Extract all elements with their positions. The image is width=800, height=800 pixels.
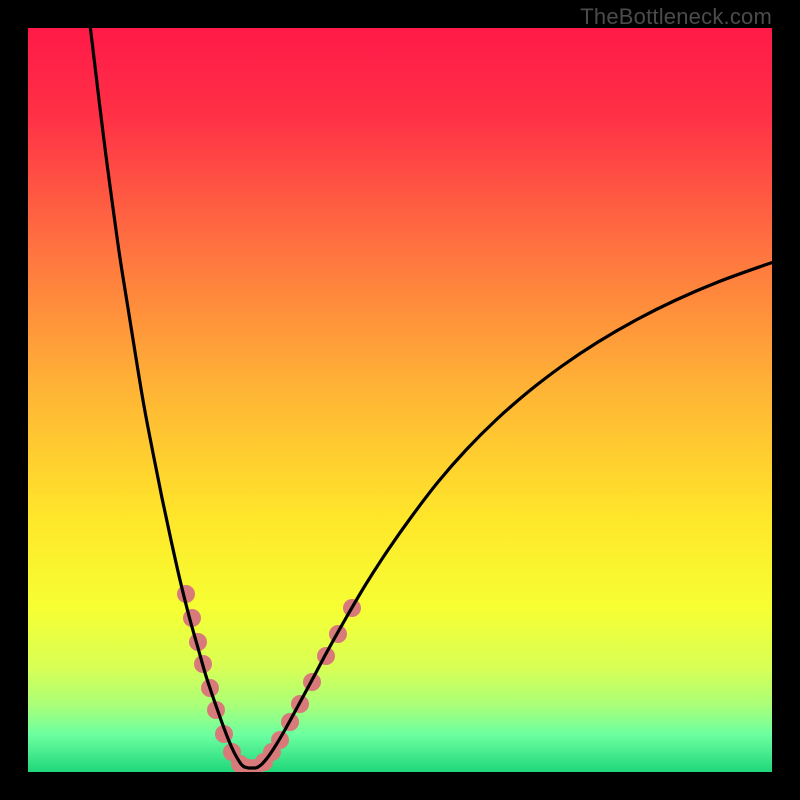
plot-area [28,28,772,772]
right-curve [258,254,772,767]
curve-layer [28,28,772,772]
data-dots [177,585,361,772]
left-curve [88,28,245,767]
chart-frame: TheBottleneck.com [0,0,800,800]
watermark-text: TheBottleneck.com [580,4,772,30]
bottom-curve [245,767,259,768]
